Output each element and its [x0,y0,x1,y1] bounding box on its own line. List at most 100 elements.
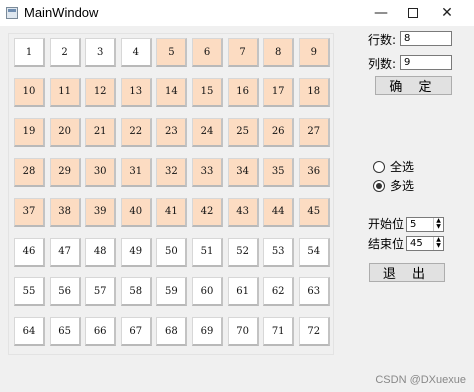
grid-cell-button[interactable]: 19 [14,117,45,147]
grid-cell-button[interactable]: 1 [14,38,45,67]
grid-cell-button[interactable]: 52 [227,237,259,267]
grid-cell-button[interactable]: 69 [192,317,223,347]
grid-cell-button[interactable]: 39 [85,197,117,227]
grid-cell-button[interactable]: 26 [263,117,295,147]
grid-cell-button[interactable]: 13 [120,77,152,107]
grid-cell-button[interactable]: 42 [192,197,223,227]
cols-input[interactable]: 9 [400,55,452,70]
grid-cell-button[interactable]: 17 [263,77,295,107]
grid-cell-button[interactable]: 22 [120,117,152,147]
grid-cell-button[interactable]: 12 [85,77,117,107]
grid-cell-button[interactable]: 21 [85,117,117,147]
grid-cell-button[interactable]: 11 [49,77,81,107]
grid-cell-button[interactable]: 20 [49,117,81,147]
grid-cell-button[interactable]: 57 [85,277,117,307]
end-spinbox[interactable]: 45 ▲ ▼ [406,236,444,251]
grid-cell-button[interactable]: 65 [49,317,81,347]
grid-cell-button[interactable]: 67 [120,317,152,347]
grid-cell-button[interactable]: 5 [156,38,188,67]
grid-cell-button[interactable]: 6 [192,38,223,67]
grid-cell-button[interactable]: 45 [298,197,330,227]
grid-cell-button[interactable]: 38 [49,197,81,227]
grid-cell-button[interactable]: 36 [298,157,330,187]
grid-cell-button[interactable]: 49 [120,237,152,267]
grid-cell-button[interactable]: 10 [14,77,45,107]
grid-cell-button[interactable]: 4 [120,38,152,67]
grid-cell-button[interactable]: 43 [227,197,259,227]
multi-select-radio[interactable]: 多选 [373,177,414,194]
grid-cell-button[interactable]: 44 [263,197,295,227]
app-window-icon [6,7,18,19]
grid-cell-button[interactable]: 7 [227,38,259,67]
window-title: MainWindow [24,5,99,20]
grid-cell-button[interactable]: 51 [192,237,223,267]
grid-cell-button[interactable]: 31 [120,157,152,187]
grid-cell-button[interactable]: 2 [49,38,81,67]
grid-cell-button[interactable]: 18 [298,77,330,107]
grid-cell-button[interactable]: 3 [85,38,117,67]
end-value: 45 [410,238,423,249]
spin-down-icon[interactable]: ▼ [434,243,443,249]
grid-cell-button[interactable]: 66 [85,317,117,347]
confirm-button[interactable]: 确 定 [375,76,452,95]
grid-cell-button[interactable]: 50 [156,237,188,267]
grid-cell-button[interactable]: 46 [14,237,45,267]
maximize-icon [408,8,418,18]
start-spinbox[interactable]: 5 ▲ ▼ [406,217,444,232]
grid-cell-button[interactable]: 72 [298,317,330,347]
grid-cell-button[interactable]: 60 [192,277,223,307]
grid-cell-button[interactable]: 28 [14,157,45,187]
grid-cell-button[interactable]: 41 [156,197,188,227]
close-button[interactable]: ✕ [428,0,466,26]
grid-cell-button[interactable]: 15 [192,77,223,107]
end-spin-arrows: ▲ ▼ [433,237,443,250]
title-bar[interactable]: MainWindow — ✕ [0,0,474,26]
radio-unchecked-icon [373,160,385,173]
grid-cell-button[interactable]: 35 [263,157,295,187]
rows-input[interactable]: 8 [400,31,452,46]
grid-cell-button[interactable]: 24 [192,117,223,147]
grid-cell-button[interactable]: 40 [120,197,152,227]
start-label: 开始位 [368,217,405,231]
grid-cell-button[interactable]: 29 [49,157,81,187]
grid-cell-button[interactable]: 33 [192,157,223,187]
grid-cell-button[interactable]: 70 [227,317,259,347]
grid-cell-button[interactable]: 55 [14,277,45,307]
grid-cell-button[interactable]: 53 [263,237,295,267]
grid-cell-button[interactable]: 59 [156,277,188,307]
grid-cell-button[interactable]: 32 [156,157,188,187]
grid-cell-button[interactable]: 47 [49,237,81,267]
rows-label: 行数: [368,33,397,47]
select-all-radio[interactable]: 全选 [373,158,414,175]
grid-cell-button[interactable]: 68 [156,317,188,347]
grid-cell-button[interactable]: 14 [156,77,188,107]
grid-cell-button[interactable]: 23 [156,117,188,147]
grid-cell-button[interactable]: 34 [227,157,259,187]
grid-cell-button[interactable]: 62 [263,277,295,307]
cols-label: 列数: [368,57,397,71]
grid-cell-button[interactable]: 8 [263,38,295,67]
multi-select-label: 多选 [390,179,415,193]
maximize-button[interactable] [394,0,432,26]
spin-down-icon[interactable]: ▼ [434,224,443,230]
exit-button[interactable]: 退 出 [369,263,445,282]
grid-cell-button[interactable]: 27 [298,117,330,147]
grid-cell-button[interactable]: 48 [85,237,117,267]
grid-cell-button[interactable]: 16 [227,77,259,107]
grid-cell-button[interactable]: 61 [227,277,259,307]
end-label: 结束位 [368,237,405,251]
grid-cell-button[interactable]: 54 [298,237,330,267]
grid-cell-button[interactable]: 71 [263,317,295,347]
grid-cell-button[interactable]: 64 [14,317,45,347]
grid-cell-button[interactable]: 30 [85,157,117,187]
grid-cell-button[interactable]: 37 [14,197,45,227]
grid-cell-button[interactable]: 56 [49,277,81,307]
grid-cell-button[interactable]: 25 [227,117,259,147]
grid-cell-button[interactable]: 63 [298,277,330,307]
watermark: CSDN @DXuexue [375,374,466,386]
start-spin-arrows: ▲ ▼ [433,218,443,231]
grid-cell-button[interactable]: 9 [298,38,330,67]
button-grid: 1 2 3 4 5 6 7 8 9 10 11 12 13 14 15 16 17 18 19 20 21 22 23 24 2… [8,33,334,355]
grid-cell-button[interactable]: 58 [120,277,152,307]
select-all-label: 全选 [390,160,415,174]
